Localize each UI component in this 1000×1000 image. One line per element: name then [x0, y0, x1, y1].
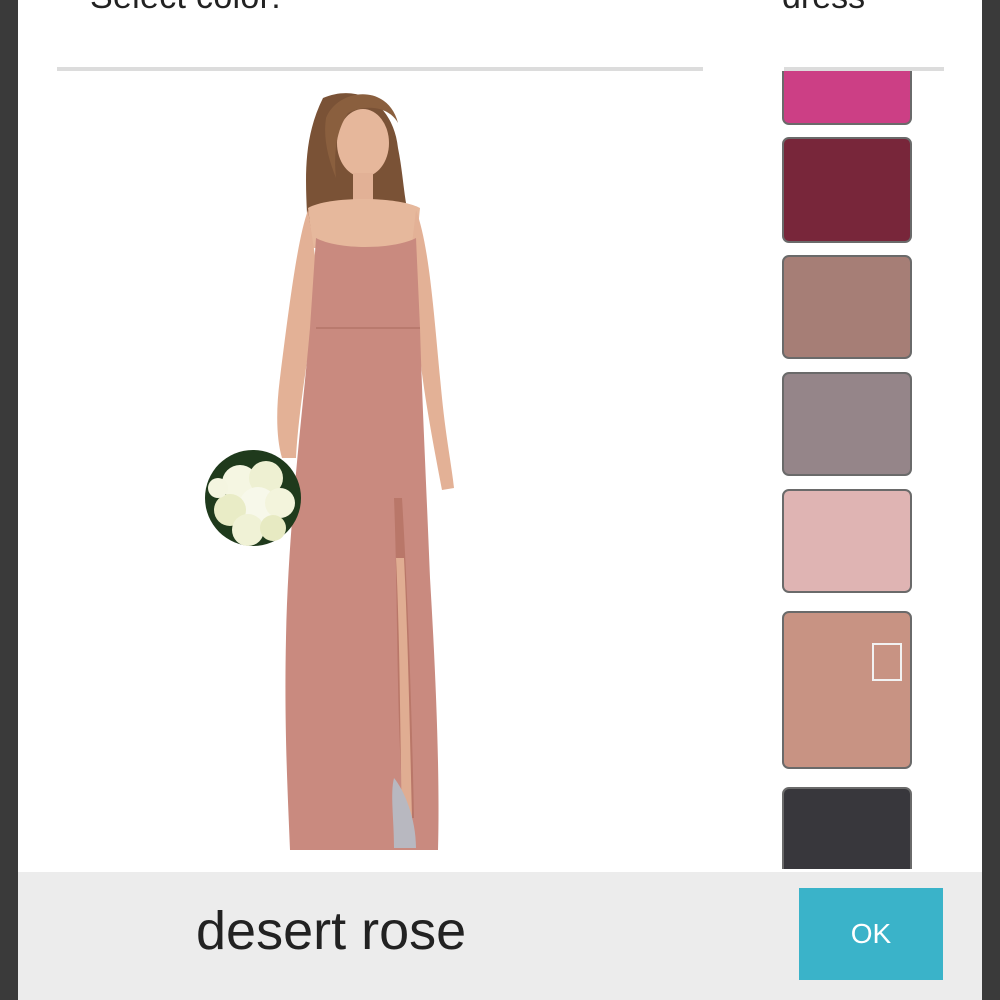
color-select-dialog: Select color: dress — [18, 0, 982, 1000]
swatch-magenta[interactable] — [782, 71, 912, 125]
dialog-footer: desert rose OK — [18, 872, 982, 1000]
swatch-mauve-brown[interactable] — [782, 255, 912, 359]
ok-button[interactable]: OK — [799, 888, 943, 980]
swatch-burgundy[interactable] — [782, 137, 912, 243]
swatch-gray-mauve[interactable] — [782, 372, 912, 476]
selected-color-name: desert rose — [196, 901, 467, 961]
divider — [57, 67, 703, 71]
category-label: dress — [782, 0, 865, 17]
dress-preview-image — [158, 78, 458, 858]
color-swatch-list[interactable] — [782, 71, 922, 869]
swatch-light-pink[interactable] — [782, 489, 912, 593]
swatch-charcoal[interactable] — [782, 787, 912, 869]
dialog-title: Select color: — [90, 0, 281, 17]
selected-indicator — [872, 643, 902, 681]
swatch-desert-rose[interactable] — [782, 611, 912, 769]
